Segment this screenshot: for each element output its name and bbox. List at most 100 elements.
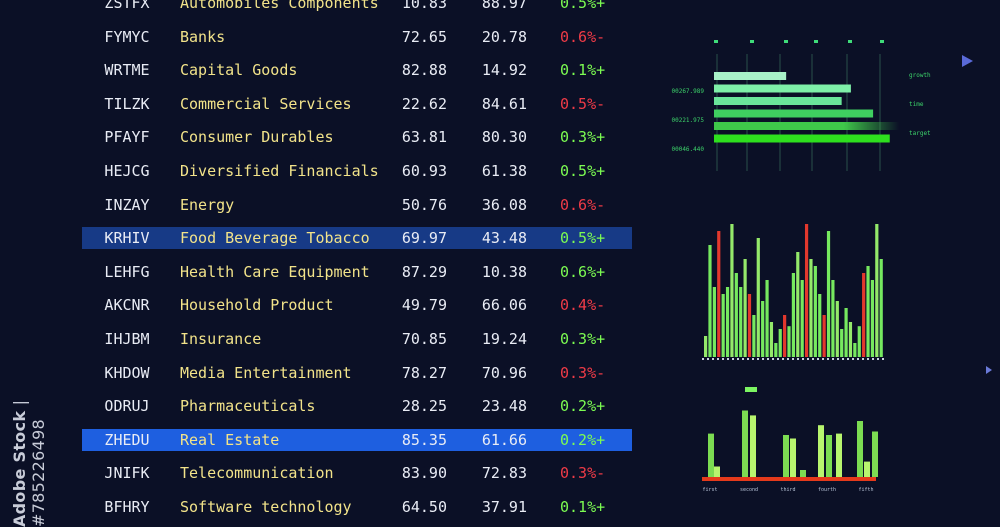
row-value-2: 10.38 [481,262,527,281]
vbar [862,273,866,357]
row-value-1: 72.65 [401,27,447,46]
table-row[interactable]: HEJCG Diversified Financials 60.93 61.38 0.5… [82,160,632,182]
row-change: 0.6%+ [560,262,606,281]
row-value-2: 66.06 [481,296,527,315]
row-value-1: 69.97 [401,229,447,248]
axis-dot [727,358,729,360]
axis-dot [767,358,769,360]
row-value-1: 22.62 [401,94,447,113]
hbar [714,84,851,93]
play-arrow-small-icon[interactable] [986,366,992,374]
row-symbol: ZSTFX [104,0,150,12]
stock-table: ZSTFX Automobiles Components 10.83 88.97 0.5… [0,0,660,527]
row-industry-name: Commercial Services [180,94,352,113]
vbar [796,252,800,357]
table-row[interactable]: ZSTFX Automobiles Components 10.83 88.97 0.5… [82,0,632,14]
table-row[interactable]: BFHRY Software technology 64.50 37.91 0.1%+ [82,496,632,518]
row-change: 0.3%+ [560,128,606,147]
row-change: 0.5%+ [560,162,606,180]
chart-marker [880,40,884,43]
axis-dot [777,358,779,360]
table-row[interactable]: TILZK Commercial Services 22.62 84.61 0.5%- [82,93,632,115]
vbar [778,329,782,357]
table-row[interactable]: PFAYF Consumer Durables 63.81 80.30 0.3%+ [82,126,632,148]
row-value-2: 88.97 [481,0,527,12]
table-row[interactable]: KRHIV Food Beverage Tobacco 69.97 43.48 0.5%… [82,227,632,250]
row-value-2: 80.30 [481,128,527,147]
vbar [717,231,721,357]
axis-dot [867,358,869,360]
cbar [742,410,748,477]
axis-dot [737,358,739,360]
axis-dot [747,358,749,360]
vbar [743,259,747,357]
vbar [704,336,708,357]
vbar [791,273,795,357]
hbar [714,97,842,105]
play-arrow-icon[interactable] [962,55,973,67]
table-row[interactable]: AKCNR Household Product 49.79 66.06 0.4%- [82,294,632,316]
axis-dot [862,358,864,360]
table-row[interactable]: ODRUJ Pharmaceuticals 28.25 23.48 0.2%+ [82,395,632,417]
table-row[interactable]: ZHEDU Real Estate 85.35 61.66 0.2%+ [82,428,632,451]
row-value-1: 85.35 [401,430,447,449]
row-value-1: 78.27 [401,363,447,382]
row-change: 0.6%- [560,195,606,214]
row-value-1: 60.93 [401,162,447,180]
axis-dot [772,358,774,360]
category-label: third [780,487,795,493]
row-value-1: 82.88 [401,61,447,80]
axis-dot [752,358,754,360]
row-value-2: 19.24 [481,330,527,348]
watermark-separator: | [10,399,29,406]
vbar [866,266,870,357]
vbar [739,287,743,357]
axis-dot [847,358,849,360]
row-change: 0.2%+ [560,430,606,449]
hbar-value-label: 00046.440 [671,146,704,153]
axis-dot [832,358,834,360]
table-row[interactable]: JNIFK Telecommunication 83.90 72.83 0.3%- [82,462,632,484]
vbar [879,259,883,357]
category-label: first [702,487,717,493]
row-value-1: 87.29 [401,262,447,281]
axis-dot [717,358,719,360]
cbar [750,415,756,477]
table-row[interactable]: IHJBM Insurance 70.85 19.24 0.3%+ [82,328,632,350]
hbar [714,72,787,80]
vbar [712,287,716,357]
hbar-value-label: 00267.989 [671,88,704,95]
vbar [822,315,826,357]
row-industry-name: Diversified Financials [180,162,379,180]
row-symbol: WRTME [104,61,150,80]
vbar [818,294,822,357]
table-row[interactable]: LEHFG Health Care Equipment 87.29 10.38 0.6%… [82,261,632,283]
row-value-2: 61.66 [481,430,527,449]
cbar [857,421,863,477]
vbar [835,301,839,357]
row-industry-name: Capital Goods [180,61,298,80]
hbar [714,134,890,143]
row-value-2: 37.91 [481,498,527,516]
row-industry-name: Household Product [180,296,334,315]
row-change: 0.2%+ [560,397,606,416]
row-value-2: 36.08 [481,195,527,214]
category-bar-chart: first second third fourth fifth [702,387,878,493]
chart-marker [814,40,818,43]
table-row[interactable]: KHDOW Media Entertainment 78.27 70.96 0.3%- [82,362,632,384]
vbar [804,224,809,357]
table-row[interactable]: WRTME Capital Goods 82.88 14.92 0.1%+ [82,59,632,81]
table-row[interactable]: FYMYC Banks 72.65 20.78 0.6%- [82,26,632,48]
watermark-id: #785226498 [29,418,48,527]
table-row[interactable]: INZAY Energy 50.76 36.08 0.6%- [82,194,632,216]
row-symbol: TILZK [104,94,150,113]
cbar [864,461,870,477]
row-change: 0.4%- [560,296,606,315]
vbar [734,273,738,357]
row-value-1: 64.50 [401,498,447,516]
row-symbol: IHJBM [104,330,150,348]
row-symbol: JNIFK [104,464,150,483]
row-value-1: 83.90 [401,464,447,483]
row-symbol: PFAYF [104,128,150,147]
row-change: 0.5%- [560,94,606,113]
